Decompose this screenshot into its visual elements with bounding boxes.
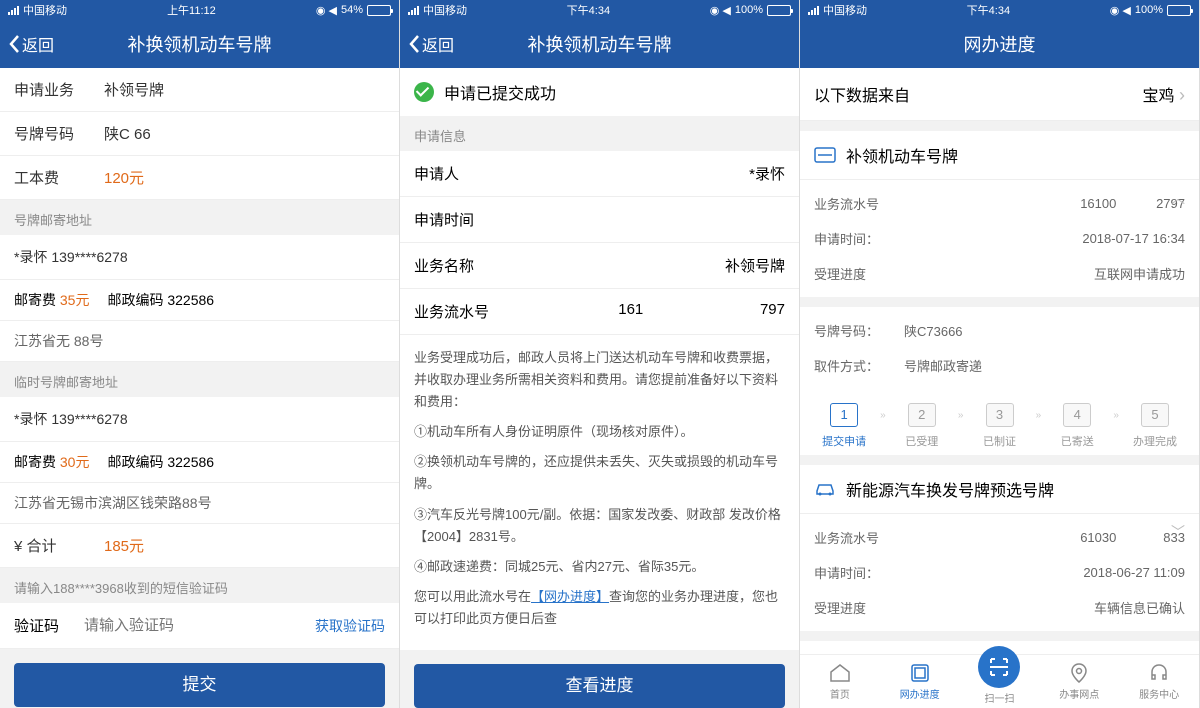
- back-button[interactable]: 返回: [8, 32, 54, 56]
- code-input-row: 验证码 获取验证码: [0, 603, 399, 649]
- battery-icon: [767, 5, 791, 16]
- mail-addr-header: 号牌邮寄地址: [0, 200, 399, 235]
- apply-info-header: 申请信息: [400, 116, 799, 151]
- temp-addr-header: 临时号牌邮寄地址: [0, 362, 399, 397]
- plate-icon: [814, 146, 836, 164]
- status-bar: 中国移动 上午11:12 ◉ ◀54%: [0, 0, 399, 20]
- chevron-down-icon: ﹀: [1171, 522, 1185, 542]
- chevron-right-icon: ›: [1179, 85, 1185, 105]
- tab-home[interactable]: 首页: [800, 655, 880, 708]
- page-title: 补换领机动车号牌: [128, 31, 272, 57]
- step-1: 1提交申请: [808, 403, 880, 449]
- tab-bar: 首页 网办进度 扫一扫 办事网点 服务中心: [800, 654, 1199, 708]
- tab-scan[interactable]: 扫一扫: [960, 655, 1040, 708]
- status-bar: 中国移动 下午4:34 ◉ ◀100%: [400, 0, 799, 20]
- step-5: 5办理完成: [1119, 403, 1191, 449]
- battery-icon: [1167, 5, 1191, 16]
- recipient-1: *录怀 139****6278: [0, 235, 399, 280]
- data-source-row[interactable]: 以下数据来自 宝鸡 ›: [800, 68, 1199, 121]
- get-code-button[interactable]: 获取验证码: [315, 616, 385, 636]
- scan-icon: [978, 646, 1020, 688]
- page-title: 网办进度: [964, 31, 1036, 57]
- chevron-left-icon: [8, 34, 20, 54]
- serial-row: 业务流水号161 797: [400, 289, 799, 335]
- view-progress-button[interactable]: 查看进度: [414, 664, 785, 708]
- headset-icon: [1149, 662, 1169, 684]
- submit-button[interactable]: 提交: [14, 663, 385, 707]
- success-banner: 申请已提交成功: [400, 68, 799, 116]
- car-icon: [814, 480, 836, 498]
- check-circle-icon: [414, 82, 434, 102]
- home-icon: [829, 662, 851, 684]
- progress-card-1[interactable]: 补领机动车号牌 ︿ 业务流水号16100 2797 申请时间：2018-07-1…: [800, 131, 1199, 455]
- recipient-2: *录怀 139****6278: [0, 397, 399, 442]
- apply-time-row: 申请时间: [400, 197, 799, 243]
- step-2: 2已受理: [886, 403, 958, 449]
- status-bar: 中国移动 下午4:34 ◉ ◀100%: [800, 0, 1199, 20]
- business-type-row: 申请业务补领号牌: [0, 68, 399, 112]
- tab-locations[interactable]: 办事网点: [1039, 655, 1119, 708]
- progress-card-2[interactable]: 新能源汽车换发号牌预选号牌 ﹀ 业务流水号61030 833 申请时间：2018…: [800, 465, 1199, 631]
- address-2: 江苏省无锡市滨湖区钱荣路88号: [0, 483, 399, 524]
- signal-icon: [808, 6, 819, 15]
- tab-progress[interactable]: 网办进度: [880, 655, 960, 708]
- notice-block: 业务受理成功后，邮政人员将上门送达机动车号牌和收费票据，并收取办理业务所需相关资…: [400, 335, 799, 650]
- tab-service[interactable]: 服务中心: [1119, 655, 1199, 708]
- nav-bar: 返回 补换领机动车号牌: [0, 20, 399, 68]
- nav-bar: 网办进度: [800, 20, 1199, 68]
- mail-fee-1: 邮寄费 35元 邮政编码 322586: [0, 280, 399, 321]
- step-3: 3已制证: [963, 403, 1035, 449]
- step-4: 4已寄送: [1041, 403, 1113, 449]
- applicant-row: 申请人*录怀: [400, 151, 799, 197]
- nav-bar: 返回 补换领机动车号牌: [400, 20, 799, 68]
- signal-icon: [408, 6, 419, 15]
- back-button[interactable]: 返回: [408, 32, 454, 56]
- page-title: 补换领机动车号牌: [528, 31, 672, 57]
- chevron-left-icon: [408, 34, 420, 54]
- progress-link[interactable]: 【网办进度】: [531, 589, 609, 604]
- progress-steps: 1提交申请 » 2已受理 » 3已制证 » 4已寄送 » 5办理完成: [800, 389, 1199, 455]
- mail-fee-2: 邮寄费 30元 邮政编码 322586: [0, 442, 399, 483]
- total-row: ¥ 合计185元: [0, 524, 399, 568]
- biz-name-row: 业务名称补领号牌: [400, 243, 799, 289]
- plate-number-row: 号牌号码陕C 66: [0, 112, 399, 156]
- battery-icon: [367, 5, 391, 16]
- sms-hint: 请输入188****3968收到的短信验证码: [0, 568, 399, 603]
- chevron-up-icon: ︿: [1171, 188, 1185, 208]
- location-icon: [1071, 662, 1087, 684]
- signal-icon: [8, 6, 19, 15]
- cost-row: 工本费120元: [0, 156, 399, 200]
- verification-input[interactable]: [84, 617, 315, 634]
- progress-icon: [910, 662, 930, 684]
- address-1: 江苏省无 88号: [0, 321, 399, 362]
